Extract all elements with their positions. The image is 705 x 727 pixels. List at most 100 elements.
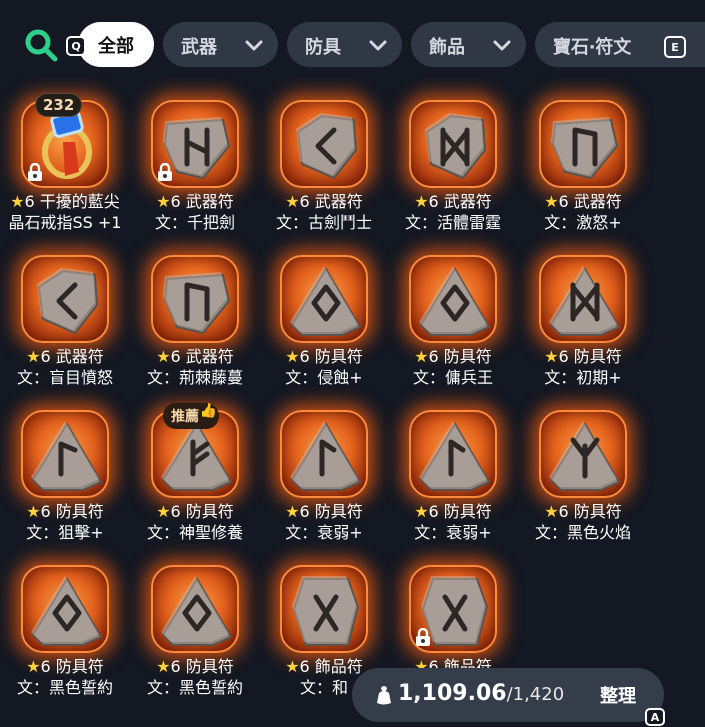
item-name-line2: 文：黑色火焰	[534, 523, 631, 542]
inventory-item[interactable]: ★6 武器符 文：活體雷霆	[388, 95, 518, 245]
star-icon: ★	[156, 502, 171, 521]
item-name-line2: 文：千把劍	[154, 213, 235, 232]
star-icon: ★	[285, 347, 300, 366]
rune-stone-icon	[31, 576, 103, 646]
search-icon[interactable]	[24, 28, 58, 62]
inventory-weight-bar: 1,109.06/1,420 整理	[352, 668, 664, 722]
item-icon-tile	[409, 100, 497, 188]
item-icon-tile	[280, 410, 368, 498]
inventory-item[interactable]: ★6 防具符 文：衰弱+	[388, 405, 518, 555]
inventory-item[interactable]: ★6 武器符 文：激怒+	[518, 95, 648, 245]
weight-readout: 1,109.06/1,420	[398, 681, 564, 706]
item-name-line2: 文：古劍鬥士	[275, 213, 372, 232]
tab-armor[interactable]: 防具	[287, 22, 402, 67]
item-name-line1: ★6 防具符	[156, 502, 234, 521]
inventory-item[interactable]: ★6 武器符 文：盲目憤怒	[0, 250, 130, 400]
item-name-line1: ★6 防具符	[285, 347, 363, 366]
tab-accessories[interactable]: 飾品	[411, 22, 526, 67]
item-icon-tile	[539, 410, 627, 498]
rune-stone-icon	[549, 266, 621, 336]
item-name-line1: ★6 武器符	[414, 192, 492, 211]
inventory-item[interactable]: ★6 武器符 文：古劍鬥士	[259, 95, 389, 245]
inventory-item[interactable]: ★6 防具符 文：黑色誓約	[130, 560, 260, 710]
inventory-item[interactable]: ★6 干擾的藍尖 晶石戒指SS +1	[0, 95, 130, 245]
rune-stone-icon	[290, 421, 362, 491]
rune-stone-icon	[163, 272, 231, 335]
item-icon-tile	[151, 565, 239, 653]
item-icon-tile	[280, 100, 368, 188]
lock-icon	[28, 163, 42, 181]
star-icon: ★	[414, 347, 429, 366]
recommend-badge: 推薦 👍	[163, 403, 219, 429]
tab-all[interactable]: 全部	[78, 22, 154, 67]
star-icon: ★	[285, 502, 300, 521]
tab-weapons[interactable]: 武器	[163, 22, 278, 67]
q-key-hint: Q	[66, 36, 86, 56]
inventory-item[interactable]: ★6 防具符 文：狙擊+	[0, 405, 130, 555]
item-name-line1: ★6 干擾的藍尖	[10, 192, 120, 211]
item-icon-tile	[539, 255, 627, 343]
item-name-line2: 文：黑色誓約	[146, 678, 243, 697]
weight-current: 1,109.06	[398, 681, 507, 706]
chevron-down-icon	[369, 40, 387, 51]
lock-icon	[158, 163, 172, 181]
item-name-line1: ★6 武器符	[285, 192, 363, 211]
weight-max: /1,420	[506, 684, 565, 705]
inventory-item[interactable]: ★6 武器符 文：千把劍	[130, 95, 260, 245]
tab-label: 寶石‧符文	[553, 37, 632, 58]
chevron-down-icon	[493, 40, 511, 51]
item-icon-tile	[21, 255, 109, 343]
rune-stone-icon	[31, 421, 103, 491]
rune-stone-icon	[296, 113, 358, 180]
a-key-hint: A	[645, 708, 665, 726]
item-name-line1: ★6 防具符	[414, 347, 492, 366]
recommend-label: 推薦	[171, 409, 199, 425]
star-icon: ★	[10, 192, 25, 211]
star-icon: ★	[26, 502, 41, 521]
item-name-line2: 文：激怒+	[544, 213, 622, 232]
item-name-line1: ★6 防具符	[156, 657, 234, 676]
star-icon: ★	[26, 347, 41, 366]
item-icon-tile	[21, 565, 109, 653]
star-icon: ★	[156, 192, 171, 211]
chevron-down-icon	[245, 40, 263, 51]
inventory-item[interactable]: ★6 防具符 文：衰弱+	[259, 405, 389, 555]
item-name-line2: 文：傭兵王	[412, 368, 493, 387]
item-name-line2: 文：黑色誓約	[16, 678, 113, 697]
tab-label: 全部	[98, 35, 134, 57]
item-icon-tile	[539, 100, 627, 188]
inventory-item[interactable]: ★6 防具符 文：侵蝕+	[259, 250, 389, 400]
inventory-item[interactable]: ★6 防具符 文：傭兵王	[388, 250, 518, 400]
rune-stone-icon	[292, 576, 360, 646]
inventory-item[interactable]: ★6 防具符 文：初期+	[518, 250, 648, 400]
rune-stone-icon	[37, 268, 99, 335]
lock-icon	[416, 628, 430, 646]
item-name-line1: ★6 武器符	[26, 347, 104, 366]
item-name-line2: 文：狙擊+	[26, 523, 104, 542]
stack-count-badge: 232	[35, 93, 83, 117]
inventory-item[interactable]: ★6 防具符 文：黑色誓約	[0, 560, 130, 710]
rune-stone-icon	[419, 421, 491, 491]
star-icon: ★	[156, 347, 171, 366]
star-icon: ★	[544, 347, 559, 366]
tab-label: 武器	[181, 37, 217, 58]
star-icon: ★	[285, 192, 300, 211]
item-icon-tile	[280, 565, 368, 653]
item-name-line1: ★6 防具符	[544, 502, 622, 521]
item-name-line2: 文：荊棘藤蔓	[146, 368, 243, 387]
item-name-line1: ★6 防具符	[26, 657, 104, 676]
item-name-line2: 晶石戒指SS +1	[8, 213, 122, 232]
item-name-line1: ★6 武器符	[156, 192, 234, 211]
item-name-line2: 文：盲目憤怒	[16, 368, 113, 387]
rune-stone-icon	[161, 576, 233, 646]
item-icon-tile	[280, 255, 368, 343]
rune-stone-icon	[419, 266, 491, 336]
item-name-line2: 文：活體雷霆	[404, 213, 501, 232]
inventory-item[interactable]: ★6 武器符 文：荊棘藤蔓	[130, 250, 260, 400]
sort-button[interactable]: 整理	[600, 682, 636, 708]
inventory-item[interactable]: ★6 防具符 文：黑色火焰	[518, 405, 648, 555]
item-name-line1: ★6 防具符	[414, 502, 492, 521]
item-name-line2: 文：神聖修養	[146, 523, 243, 542]
item-name-line2: 文：衰弱+	[285, 523, 363, 542]
item-name-line1: ★6 防具符	[285, 502, 363, 521]
